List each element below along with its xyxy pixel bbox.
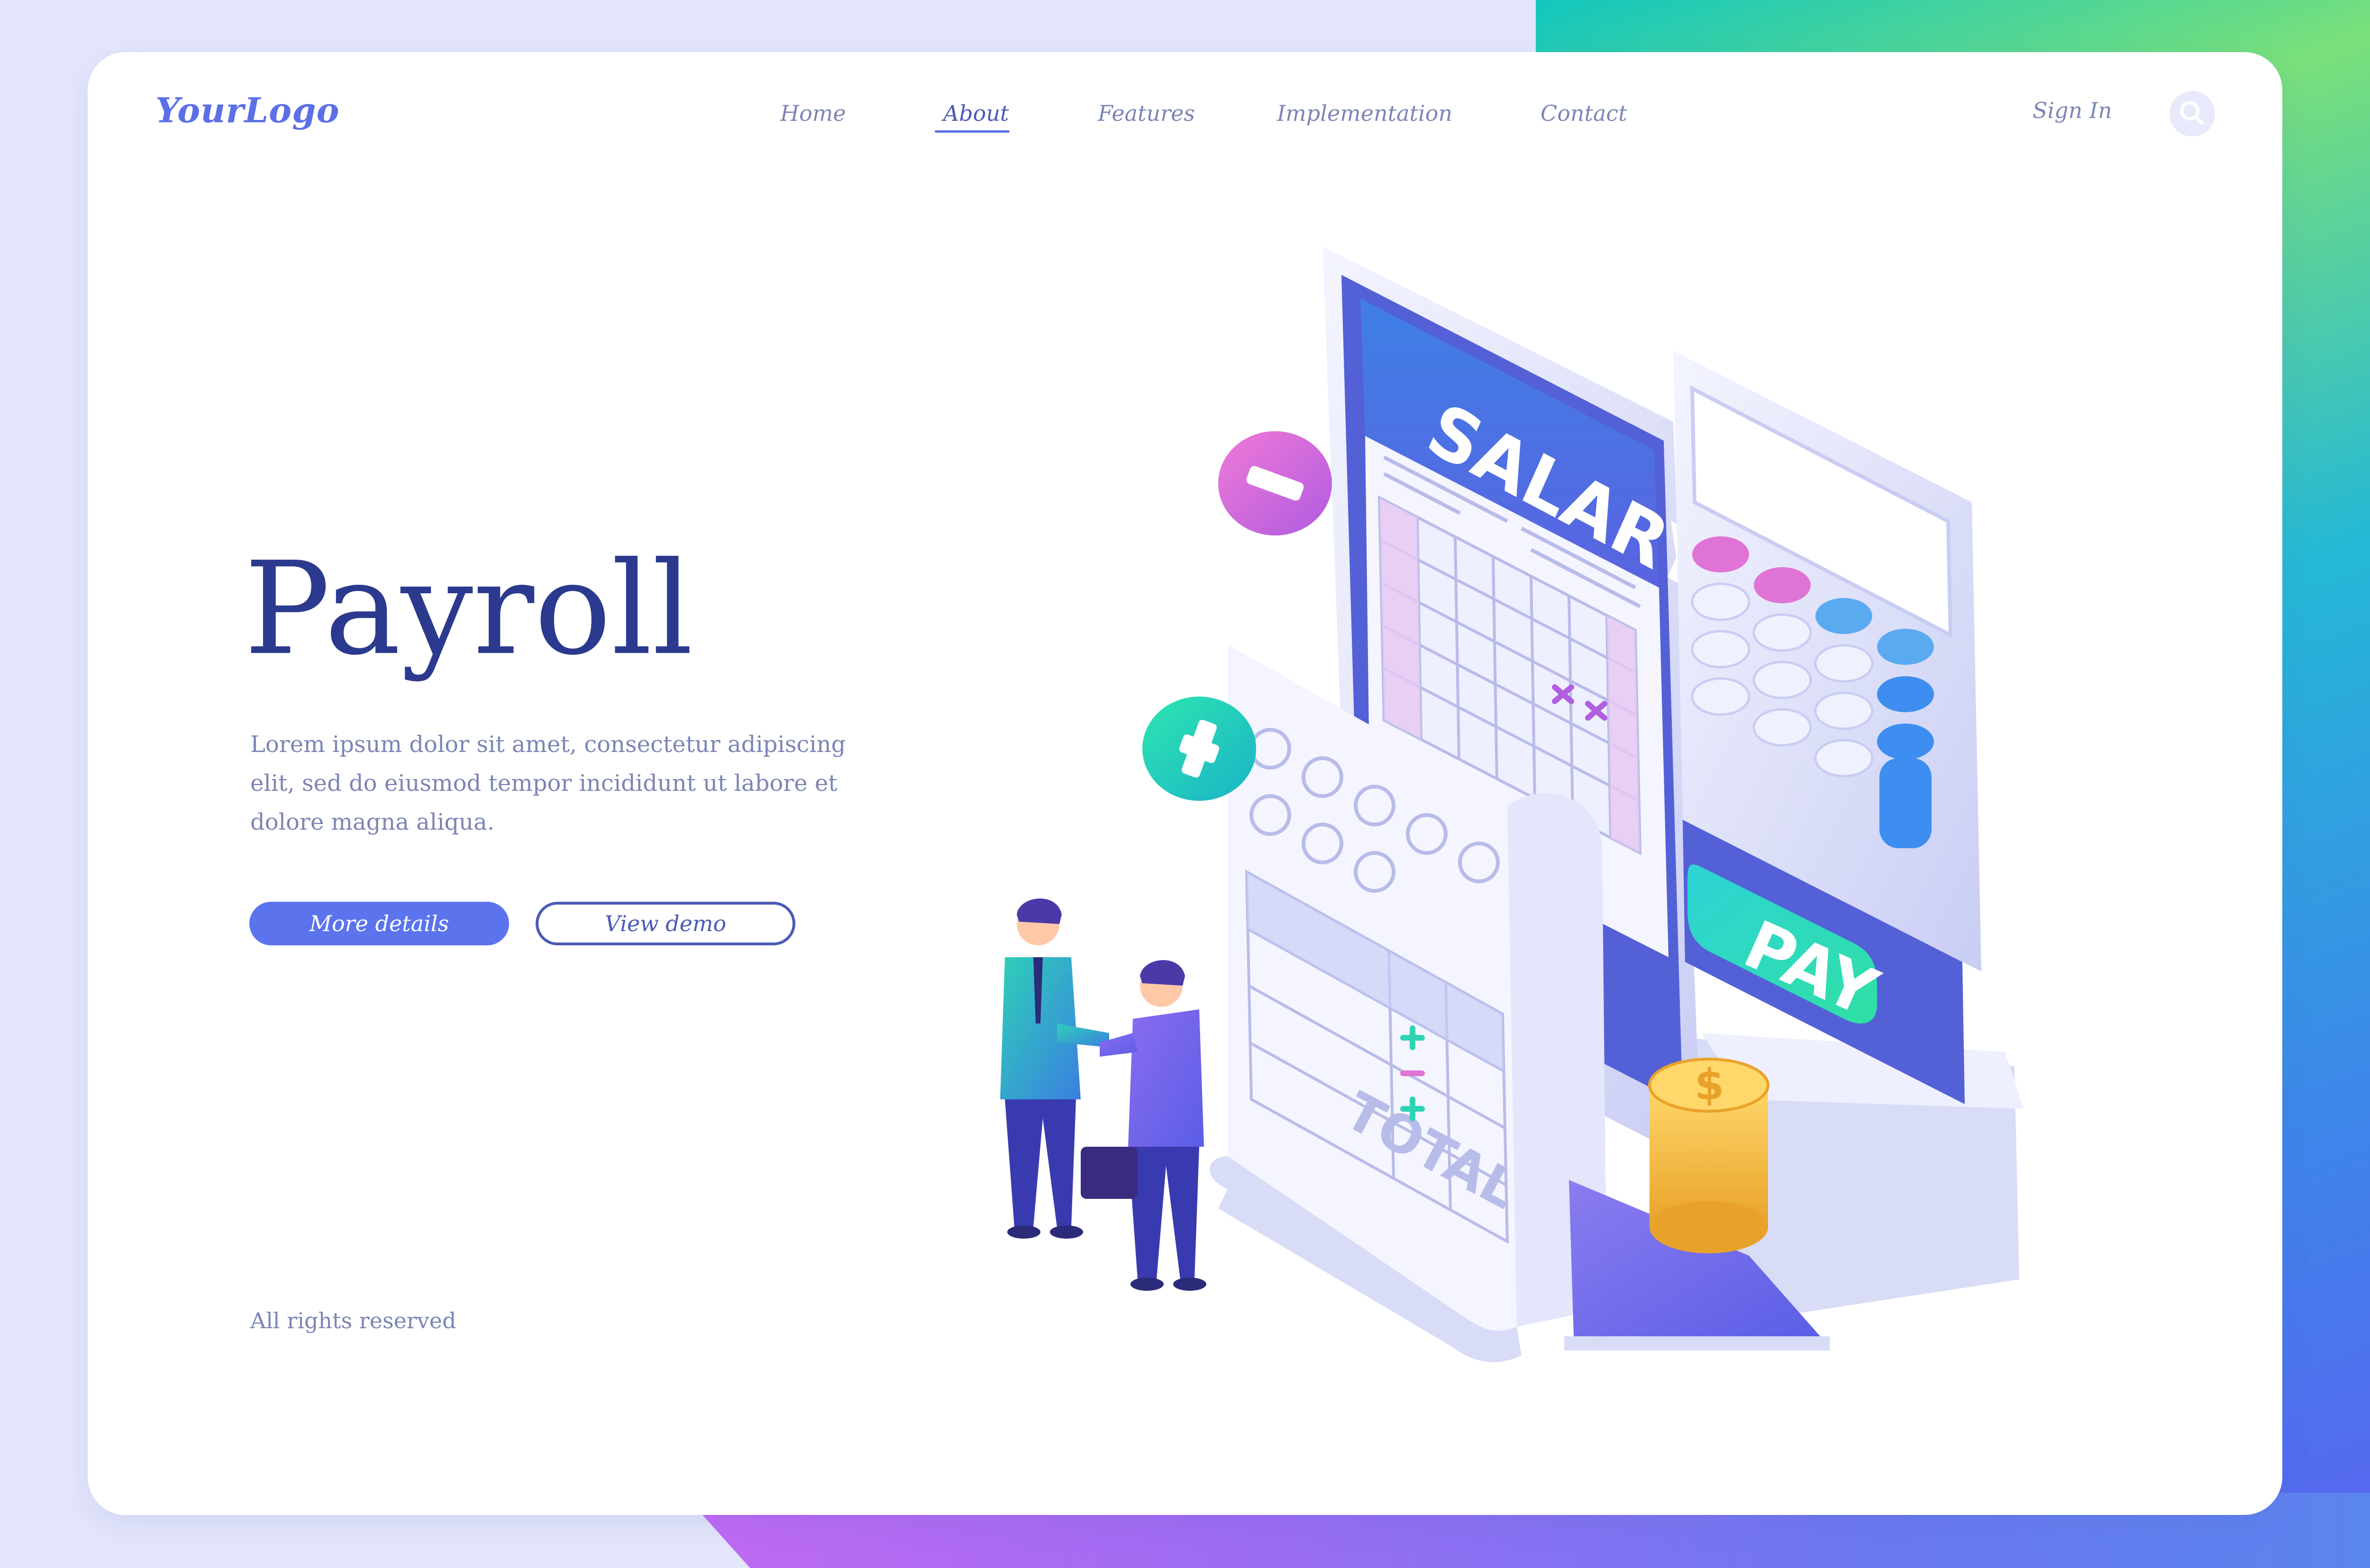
businessman-right <box>1081 960 1206 1291</box>
coin-stack: $ <box>1648 1058 1769 1253</box>
plus-badge-icon <box>1142 697 1256 801</box>
search-icon <box>2180 101 2204 125</box>
payroll-illustration: SALARY TOTAL PAY $ <box>1000 246 2024 1362</box>
logo[interactable]: YourLogo <box>155 90 339 130</box>
nav-features[interactable]: Features <box>1098 100 1195 126</box>
minus-badge-icon <box>1218 431 1332 535</box>
coin-dollar-icon: $ <box>1695 1060 1724 1110</box>
nav-about-underline <box>935 130 1010 133</box>
nav-contact[interactable]: Contact <box>1540 100 1627 126</box>
nav-home[interactable]: Home <box>780 100 846 126</box>
nav-about[interactable]: About <box>943 100 1009 126</box>
nav-implementation[interactable]: Implementation <box>1277 100 1452 126</box>
sign-in-link[interactable]: Sign In <box>2033 98 2112 123</box>
hero-description: Lorem ipsum dolor sit amet, consectetur … <box>250 731 846 835</box>
view-demo-button[interactable]: View demo <box>536 902 795 945</box>
calculator: PAY <box>1673 351 1981 1104</box>
briefcase-icon <box>1081 1147 1138 1199</box>
search-button[interactable] <box>2169 91 2215 136</box>
more-details-button[interactable]: More details <box>249 902 509 945</box>
page-title: Payroll <box>244 534 693 683</box>
footer-copyright: All rights reserved <box>250 1308 456 1333</box>
